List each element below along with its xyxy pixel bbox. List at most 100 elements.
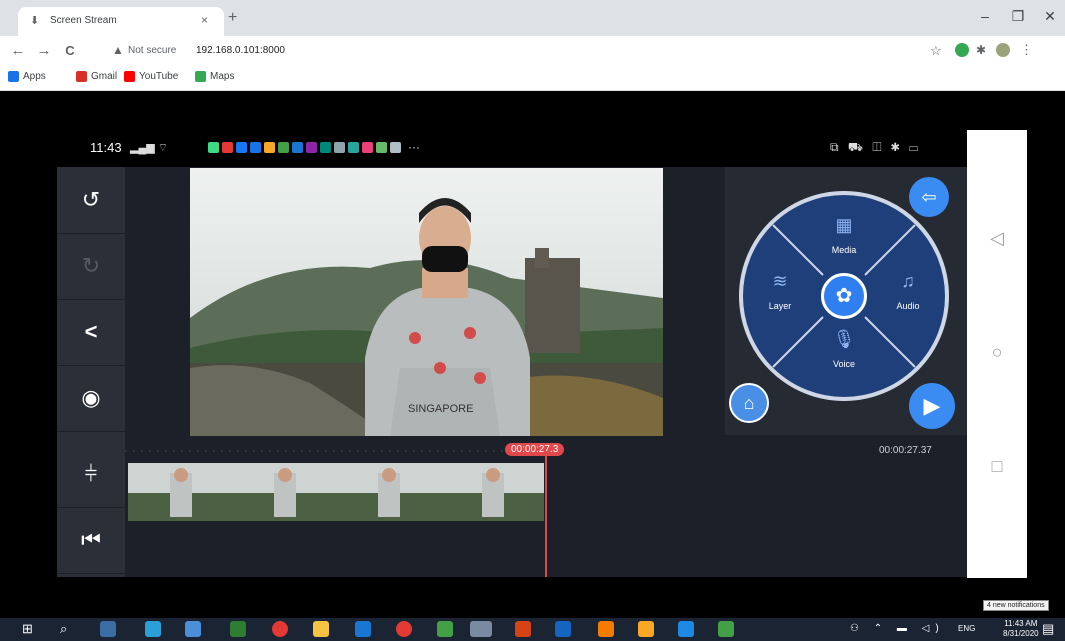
back-button[interactable]: ← xyxy=(8,42,28,60)
notification-icon xyxy=(334,142,345,153)
bookmark-star-icon[interactable]: ☆ xyxy=(930,43,942,59)
taskbar-active-app-icon[interactable] xyxy=(470,621,492,637)
notification-icon xyxy=(362,142,373,153)
bookmark-maps[interactable]: Maps xyxy=(195,71,234,82)
record-button[interactable]: ✿ xyxy=(821,273,867,319)
start-windows-icon[interactable]: ⊞ xyxy=(22,621,33,637)
notification-icon xyxy=(348,142,359,153)
taskbar-app-icon[interactable] xyxy=(145,621,161,637)
camera-aperture-icon: ✿ xyxy=(835,285,853,307)
bookmark-youtube[interactable]: YouTube xyxy=(124,71,178,82)
taskbar-app-icon[interactable] xyxy=(437,621,453,637)
taskbar-app-icon[interactable] xyxy=(598,621,614,637)
action-center-icon[interactable]: ▤ xyxy=(1042,621,1054,637)
reload-button[interactable]: C xyxy=(60,42,80,60)
browser-toolbar: ← → C ▲ Not secure 192.168.0.101:8000 ☆ … xyxy=(0,36,1065,66)
close-window-button[interactable]: ✕ xyxy=(1040,8,1060,25)
taskbar-app-icon[interactable] xyxy=(555,621,571,637)
tray-icons[interactable]: ⚇ ⌃ ▬ ◁) xyxy=(850,623,945,634)
notification-icon xyxy=(376,142,387,153)
taskbar-chrome-icon[interactable] xyxy=(272,621,288,637)
extension-icon[interactable] xyxy=(955,43,969,57)
tray-clock[interactable]: 11:43 AM 8/31/2020 xyxy=(1003,619,1039,639)
browser-tab-bar: ⬇ Screen Stream × + – ❐ ✕ xyxy=(0,0,1065,36)
phone-status-bar: 11:43 ▂▄▆ ⌔ ··· ⧉ ⛟ ◫ ✱ ▭ xyxy=(90,137,960,161)
exit-icon: ⇦ xyxy=(921,187,937,207)
android-nav-bar: ◁ ○ □ xyxy=(967,130,1027,578)
taskbar-app-icon[interactable] xyxy=(355,621,371,637)
minimize-button[interactable]: – xyxy=(975,8,995,24)
shirt-caption: SINGAPORE xyxy=(408,403,473,415)
bookmark-label: Apps xyxy=(23,71,46,82)
split-button[interactable]: ⫩ xyxy=(57,441,125,508)
audio-button[interactable]: ♫ Audio xyxy=(881,271,935,321)
notification-icon xyxy=(320,142,331,153)
bookmark-gmail[interactable]: Gmail xyxy=(76,71,117,82)
android-back-icon[interactable]: ◁ xyxy=(987,228,1007,249)
voice-button[interactable]: 🎙 Voice xyxy=(817,329,871,379)
url-text: 192.168.0.101:8000 xyxy=(196,45,285,56)
notification-icon xyxy=(250,142,261,153)
address-bar[interactable]: ▲ Not secure 192.168.0.101:8000 xyxy=(104,40,954,62)
warning-icon: ▲ xyxy=(112,43,124,57)
notification-icon xyxy=(236,142,247,153)
media-label: Media xyxy=(831,245,857,255)
microphone-icon: 🎙 xyxy=(832,329,856,349)
playhead-line[interactable] xyxy=(545,451,547,577)
android-recents-icon[interactable]: □ xyxy=(987,456,1007,477)
tray-date: 8/31/2020 xyxy=(1003,629,1039,638)
capture-button[interactable]: ◉ xyxy=(57,365,125,432)
taskbar-app-icon[interactable] xyxy=(678,621,694,637)
search-icon[interactable]: ⌕ xyxy=(60,621,67,637)
new-tab-button[interactable]: + xyxy=(228,10,237,26)
timeline[interactable]: 00:00:27.3 00:00:27.37 xyxy=(125,441,967,577)
redo-button[interactable]: ↻ xyxy=(57,233,125,300)
media-folder-icon: ▦ xyxy=(835,215,853,235)
tab-close-icon[interactable]: × xyxy=(201,13,208,27)
taskbar-app-icon[interactable] xyxy=(230,621,246,637)
rewind-button[interactable]: ⏮ xyxy=(57,507,125,574)
taskbar-opera-icon[interactable] xyxy=(396,621,412,637)
browser-tab[interactable]: ⬇ Screen Stream × xyxy=(18,7,224,36)
taskbar-app-icon[interactable] xyxy=(515,621,531,637)
taskbar-app-icon[interactable] xyxy=(185,621,201,637)
clip-thumbnails xyxy=(128,463,544,521)
taskbar-app-icon[interactable] xyxy=(718,621,734,637)
video-clip[interactable] xyxy=(128,463,544,521)
play-button[interactable]: ▶ xyxy=(909,383,955,429)
media-wheel: ▦ Media ♫ Audio 🎙 Voice ≋ Layer ✿ xyxy=(739,191,949,401)
taskbar-app-icon[interactable] xyxy=(638,621,654,637)
share-button[interactable]: < xyxy=(57,299,125,366)
store-icon: ⌂ xyxy=(743,393,755,413)
exit-button[interactable]: ⇦ xyxy=(909,177,949,217)
music-note-icon: ♫ xyxy=(901,271,915,291)
notification-icon xyxy=(208,142,219,153)
tray-time: 11:43 AM xyxy=(1004,619,1038,628)
media-button[interactable]: ▦ Media xyxy=(817,215,871,265)
language-indicator[interactable]: ENG xyxy=(958,624,975,633)
bookmarks-bar: Apps Gmail YouTube Maps xyxy=(0,66,1065,91)
notification-icon xyxy=(222,142,233,153)
forward-button[interactable]: → xyxy=(34,42,54,60)
bookmark-label: Maps xyxy=(210,71,235,82)
notification-icon xyxy=(390,142,401,153)
profile-avatar[interactable] xyxy=(996,43,1010,57)
taskbar-app-icon[interactable] xyxy=(100,621,116,637)
maximize-button[interactable]: ❐ xyxy=(1008,8,1028,25)
layer-button[interactable]: ≋ Layer xyxy=(753,271,807,321)
video-editor: ↺ ↻ < ◉ ⫩ ⏮ SINGAPORE ▦ Media ♫ Audio 🎙 … xyxy=(57,167,967,577)
audio-label: Audio xyxy=(896,301,920,311)
bookmark-label: Gmail xyxy=(91,71,118,82)
undo-button[interactable]: ↺ xyxy=(57,167,125,234)
notification-tooltip: 4 new notifications xyxy=(983,600,1049,611)
video-preview[interactable]: SINGAPORE xyxy=(190,168,663,436)
asset-store-button[interactable]: ⌂ xyxy=(729,383,769,423)
extensions-puzzle-icon[interactable]: ✱ xyxy=(976,43,986,57)
youtube-icon xyxy=(124,71,135,82)
signal-icon: ▂▄▆ ⌔ xyxy=(130,142,169,154)
android-home-icon[interactable]: ○ xyxy=(987,342,1007,363)
bookmark-apps[interactable]: Apps xyxy=(8,71,46,82)
menu-kebab-icon[interactable]: ⋮ xyxy=(1020,42,1033,58)
taskbar-explorer-icon[interactable] xyxy=(313,621,329,637)
system-status-icons: ⧉ ⛟ ◫ ✱ ▭ xyxy=(830,140,922,154)
